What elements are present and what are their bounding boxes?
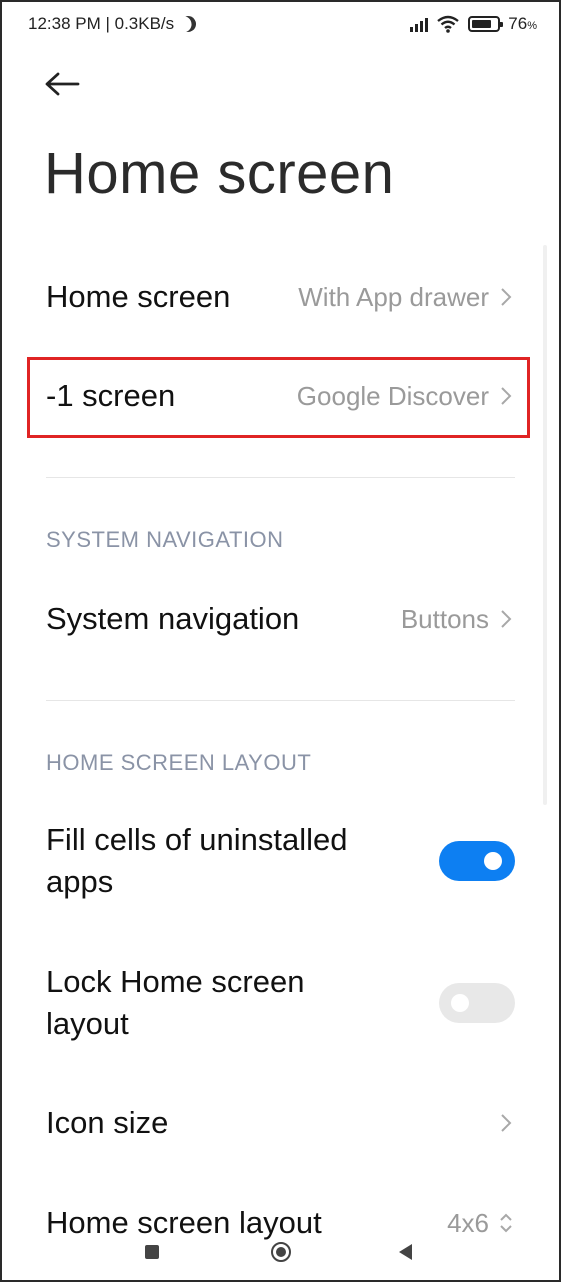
section-header-home-screen-layout: HOME SCREEN LAYOUT: [46, 750, 312, 775]
home-screen-setting-label: Home screen: [46, 279, 231, 314]
highlight-box: [27, 357, 530, 438]
fill-cells-toggle[interactable]: [439, 841, 515, 881]
nav-back-button[interactable]: [399, 1244, 412, 1260]
fill-cells-label-line1: Fill cells of uninstalled: [46, 822, 348, 857]
home-screen-setting-row[interactable]: Home screen With App drawer: [46, 276, 515, 318]
system-navigation-setting-row[interactable]: System navigation Buttons: [46, 598, 515, 640]
lock-layout-toggle[interactable]: [439, 983, 515, 1023]
icon-size-setting-label: Icon size: [46, 1105, 169, 1140]
chevron-right-icon: [501, 288, 512, 306]
battery-icon: [468, 16, 504, 32]
chevron-right-icon: [501, 610, 512, 628]
icon-size-setting-row[interactable]: Icon size: [46, 1102, 515, 1144]
home-screen-layout-setting-value-group: 4x6: [447, 1208, 515, 1239]
divider: [46, 477, 515, 478]
toggle-knob: [484, 852, 502, 870]
lock-layout-setting-row[interactable]: Lock Home screen layout: [46, 961, 515, 1045]
lock-layout-label-line1: Lock Home screen: [46, 964, 305, 999]
status-bar: 12:38 PM | 0.3KB/s 76%: [28, 10, 537, 38]
section-header-system-navigation: SYSTEM NAVIGATION: [46, 527, 284, 552]
up-down-chevron-icon: [500, 1213, 512, 1233]
moon-icon: [177, 13, 199, 35]
home-screen-setting-value-group: With App drawer: [298, 282, 515, 313]
fill-cells-label-line2: apps: [46, 864, 114, 899]
recents-button[interactable]: [145, 1245, 159, 1259]
scrollbar[interactable]: [543, 245, 547, 805]
status-left: 12:38 PM | 0.3KB/s: [28, 14, 196, 34]
home-screen-layout-setting-value: 4x6: [447, 1207, 489, 1238]
back-button[interactable]: [42, 66, 82, 102]
fill-cells-setting-label: Fill cells of uninstalled apps: [46, 819, 348, 903]
lock-layout-setting-label: Lock Home screen layout: [46, 961, 304, 1045]
signal-icon: [410, 16, 429, 32]
back-arrow-icon: [45, 72, 80, 96]
system-navigation-setting-value-group: Buttons: [401, 604, 515, 635]
toggle-knob: [451, 994, 469, 1012]
wifi-icon: [437, 15, 460, 33]
home-button[interactable]: [271, 1242, 291, 1262]
icon-size-setting-value-group: [497, 1111, 515, 1135]
system-nav-bar: [0, 1238, 561, 1268]
battery-level: 76%: [508, 14, 537, 33]
system-navigation-setting-label: System navigation: [46, 601, 300, 636]
fill-cells-setting-row[interactable]: Fill cells of uninstalled apps: [46, 819, 515, 903]
status-time-speed: 12:38 PM | 0.3KB/s: [28, 14, 175, 33]
system-navigation-setting-value: Buttons: [400, 603, 489, 634]
status-right: 76%: [410, 14, 537, 34]
home-screen-setting-value: With App drawer: [298, 281, 489, 312]
page-title: Home screen: [44, 141, 395, 206]
chevron-right-icon: [501, 1114, 512, 1132]
divider: [46, 700, 515, 701]
lock-layout-label-line2: layout: [46, 1006, 129, 1041]
